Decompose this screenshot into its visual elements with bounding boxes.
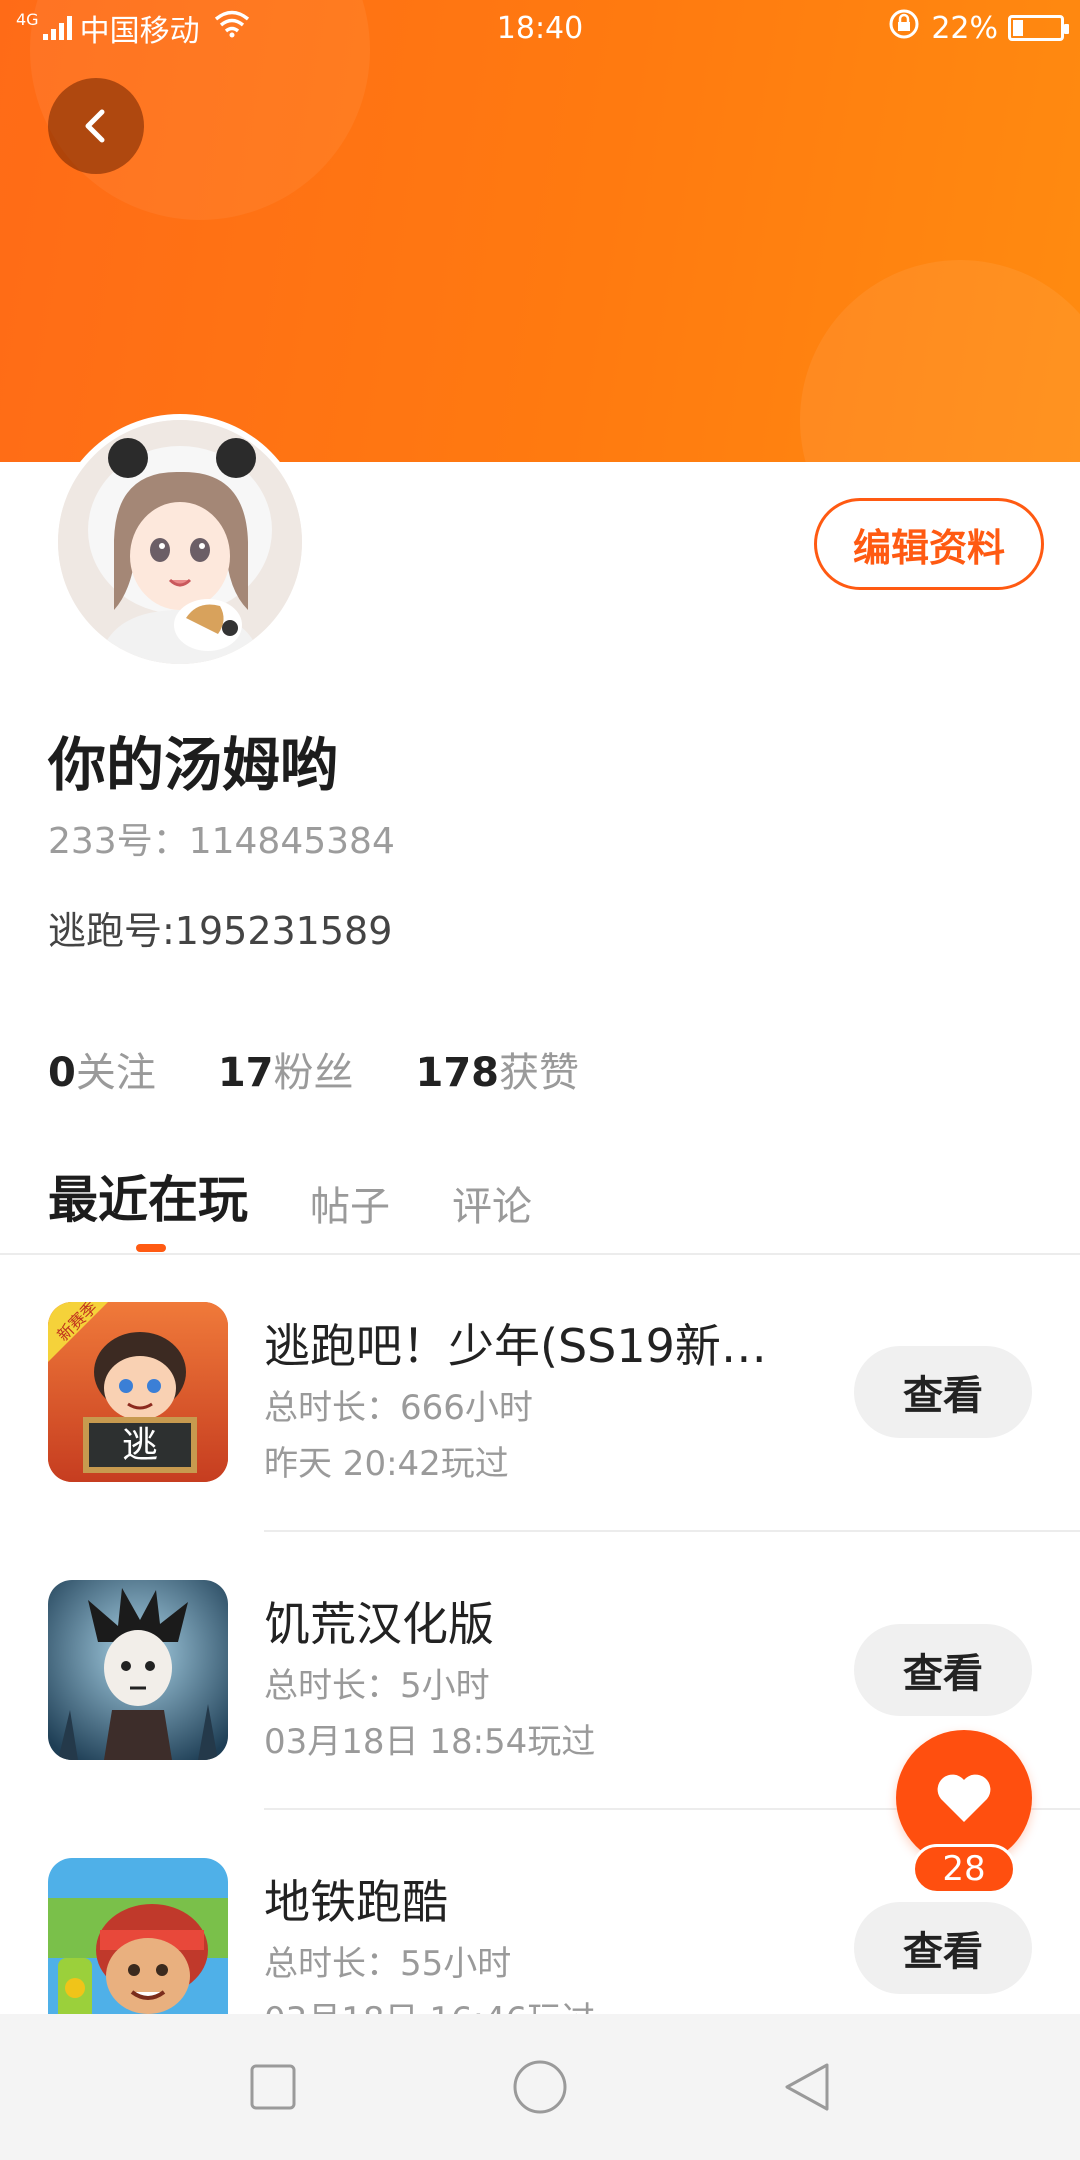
back-button[interactable]: [48, 78, 144, 174]
game-last-played: 昨天 20:42玩过: [264, 1444, 509, 1484]
view-button[interactable]: 查看: [854, 1346, 1032, 1438]
tab-recently-played[interactable]: 最近在玩: [48, 1160, 248, 1232]
edit-profile-button[interactable]: 编辑资料: [814, 498, 1044, 590]
avatar[interactable]: [52, 414, 308, 670]
stat-likes[interactable]: 178获赞: [416, 1040, 580, 1098]
back-nav-button[interactable]: [767, 2047, 847, 2127]
profile-stats: 0关注 17粉丝 178获赞: [48, 1040, 579, 1098]
status-bar: 4G 中国移动 18:40 22%: [0, 0, 1080, 56]
carrier-name: 中国移动: [79, 14, 200, 49]
circle-icon: [513, 2060, 567, 2114]
wifi-icon: [214, 10, 250, 46]
signal-icon: [42, 16, 72, 40]
tab-posts[interactable]: 帖子: [310, 1174, 390, 1232]
view-button[interactable]: 查看: [854, 1902, 1032, 1994]
game-title: 逃跑吧！少年(SS19新赛...: [264, 1319, 804, 1373]
rotation-lock-icon: [887, 7, 921, 49]
game-title: 饥荒汉化版: [264, 1597, 494, 1651]
system-nav-bar: [0, 2014, 1080, 2160]
profile-page: 4G 中国移动 18:40 22% 编辑资料 你的汤姆哟 233号：114845…: [0, 0, 1080, 2160]
stat-following[interactable]: 0关注: [48, 1040, 156, 1098]
tab-comments[interactable]: 评论: [452, 1174, 532, 1232]
stat-followers[interactable]: 17粉丝: [218, 1040, 354, 1098]
user-233-id: 233号：114845384: [48, 821, 395, 862]
square-icon: [250, 2064, 296, 2110]
profile-header-banner: [0, 0, 1080, 462]
heart-icon: [937, 1774, 991, 1822]
user-name: 你的汤姆哟: [48, 731, 339, 799]
triangle-back-icon: [785, 2063, 829, 2111]
game-duration: 总时长：5小时: [264, 1666, 490, 1706]
battery-percent: 22%: [931, 10, 998, 46]
recent-apps-button[interactable]: [233, 2047, 313, 2127]
user-run-id: 逃跑号:195231589: [48, 909, 393, 953]
game-duration: 总时长：666小时: [264, 1388, 533, 1428]
game-icon-escape: 逃 新赛季: [48, 1302, 228, 1482]
active-tab-indicator: [136, 1244, 166, 1252]
battery-icon: [1008, 15, 1069, 41]
home-button[interactable]: [500, 2047, 580, 2127]
recent-games-list: 逃 新赛季 逃跑吧！少年(SS19新赛... 总时长：666小时 昨天 20:4…: [0, 1254, 1080, 2014]
game-icon-char: 逃: [122, 1425, 158, 1466]
game-duration: 总时长：55小时: [264, 1944, 512, 1984]
list-item[interactable]: 逃 新赛季 逃跑吧！少年(SS19新赛... 总时长：666小时 昨天 20:4…: [0, 1254, 1080, 1532]
game-title: 地铁跑酷: [264, 1875, 448, 1929]
network-type: 4G: [16, 10, 39, 29]
game-last-played: 03月18日 16:46玩过: [264, 1992, 595, 2014]
game-icon-subway-surfers: [48, 1858, 228, 2014]
chevron-left-icon: [85, 109, 105, 143]
game-last-played: 03月18日 18:54玩过: [264, 1722, 596, 1762]
like-count-badge: 28: [912, 1844, 1016, 1894]
view-button[interactable]: 查看: [854, 1624, 1032, 1716]
profile-tabs: 最近在玩 帖子 评论: [48, 1160, 532, 1232]
game-icon-dont-starve: [48, 1580, 228, 1760]
